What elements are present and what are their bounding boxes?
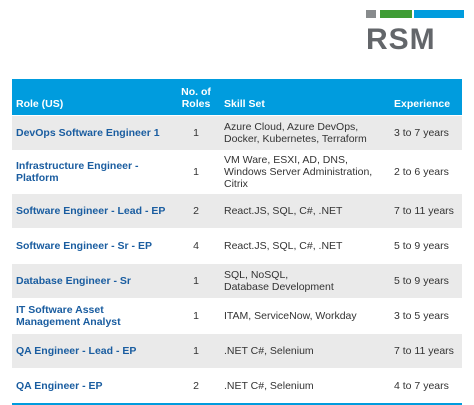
table-row: Software Engineer - Sr - EP 4 React.JS, … [12,228,462,264]
num-roles-cell: 1 [172,115,220,151]
role-cell: Database Engineer - Sr [12,263,172,299]
table-row: Software Engineer - Lead - EP 2 React.JS… [12,193,462,229]
skill-line: Azure Cloud, Azure DevOps, [224,121,359,133]
table-row: DevOps Software Engineer 1 1 Azure Cloud… [12,115,462,151]
logo-bars [366,10,464,18]
skill-set-cell: ITAM, ServiceNow, Workday [220,298,390,334]
skill-line: .NET C#, Selenium [224,380,314,392]
num-roles-cell: 2 [172,368,220,403]
experience-cell: 3 to 5 years [390,298,462,334]
experience-cell: 5 to 9 years [390,228,462,264]
skill-set-cell: VM Ware, ESXI, AD, DNS, Windows Server A… [220,150,390,194]
num-roles-cell: 1 [172,298,220,334]
table-header-row: Role (US) No. of Roles Skill Set Experie… [12,79,462,116]
skill-set-cell: SQL, NoSQL, Database Development [220,263,390,299]
experience-cell: 3 to 7 years [390,115,462,151]
skill-line: ITAM, ServiceNow, Workday [224,310,357,322]
skill-set-cell: Azure Cloud, Azure DevOps, Docker, Kuber… [220,115,390,151]
skill-line: .NET C#, Selenium [224,345,314,357]
role-cell: Infrastructure Engineer - Platform [12,150,172,194]
skill-line: Windows Server Administration, Citrix [224,166,373,190]
roles-table: Role (US) No. of Roles Skill Set Experie… [12,79,462,403]
table-row: Database Engineer - Sr 1 SQL, NoSQL, Dat… [12,263,462,299]
table-row: IT Software Asset Management Analyst 1 I… [12,298,462,334]
roles-table-container: Role (US) No. of Roles Skill Set Experie… [12,79,462,405]
num-roles-cell: 1 [172,333,220,369]
logo-bar-green [380,10,412,18]
experience-cell: 7 to 11 years [390,333,462,369]
skill-line: Docker, Kubernetes, Terraform [224,133,367,145]
experience-cell: 2 to 6 years [390,150,462,194]
rsm-logo: RSM [366,10,464,56]
role-cell: Software Engineer - Sr - EP [12,228,172,264]
logo-bar-blue [414,10,464,18]
skill-line: React.JS, SQL, C#, .NET [224,240,343,252]
skill-set-cell: .NET C#, Selenium [220,368,390,403]
header-experience: Experience [390,79,462,116]
header-role: Role (US) [12,79,172,116]
skill-line: VM Ware, ESXI, AD, DNS, [224,154,348,166]
experience-cell: 5 to 9 years [390,263,462,299]
role-cell: DevOps Software Engineer 1 [12,115,172,151]
experience-cell: 4 to 7 years [390,368,462,403]
num-roles-cell: 1 [172,150,220,194]
num-roles-cell: 2 [172,193,220,229]
table-body: DevOps Software Engineer 1 1 Azure Cloud… [12,115,462,403]
table-row: QA Engineer - EP 2 .NET C#, Selenium 4 t… [12,368,462,403]
table-row: QA Engineer - Lead - EP 1 .NET C#, Selen… [12,333,462,369]
num-roles-cell: 4 [172,228,220,264]
role-cell: Software Engineer - Lead - EP [12,193,172,229]
num-roles-cell: 1 [172,263,220,299]
skill-line: Database Development [224,281,334,293]
skill-line: React.JS, SQL, C#, .NET [224,205,343,217]
experience-cell: 7 to 11 years [390,193,462,229]
skill-set-cell: React.JS, SQL, C#, .NET [220,193,390,229]
role-cell: QA Engineer - EP [12,368,172,403]
role-cell: IT Software Asset Management Analyst [12,298,172,334]
role-cell: QA Engineer - Lead - EP [12,333,172,369]
header-skill-set: Skill Set [220,79,390,116]
skill-set-cell: .NET C#, Selenium [220,333,390,369]
skill-line: SQL, NoSQL, [224,269,289,281]
table-row: Infrastructure Engineer - Platform 1 VM … [12,150,462,194]
logo-text: RSM [366,23,436,56]
logo-bar-gray [366,10,376,18]
header-num-roles: No. of Roles [172,79,220,116]
skill-set-cell: React.JS, SQL, C#, .NET [220,228,390,264]
